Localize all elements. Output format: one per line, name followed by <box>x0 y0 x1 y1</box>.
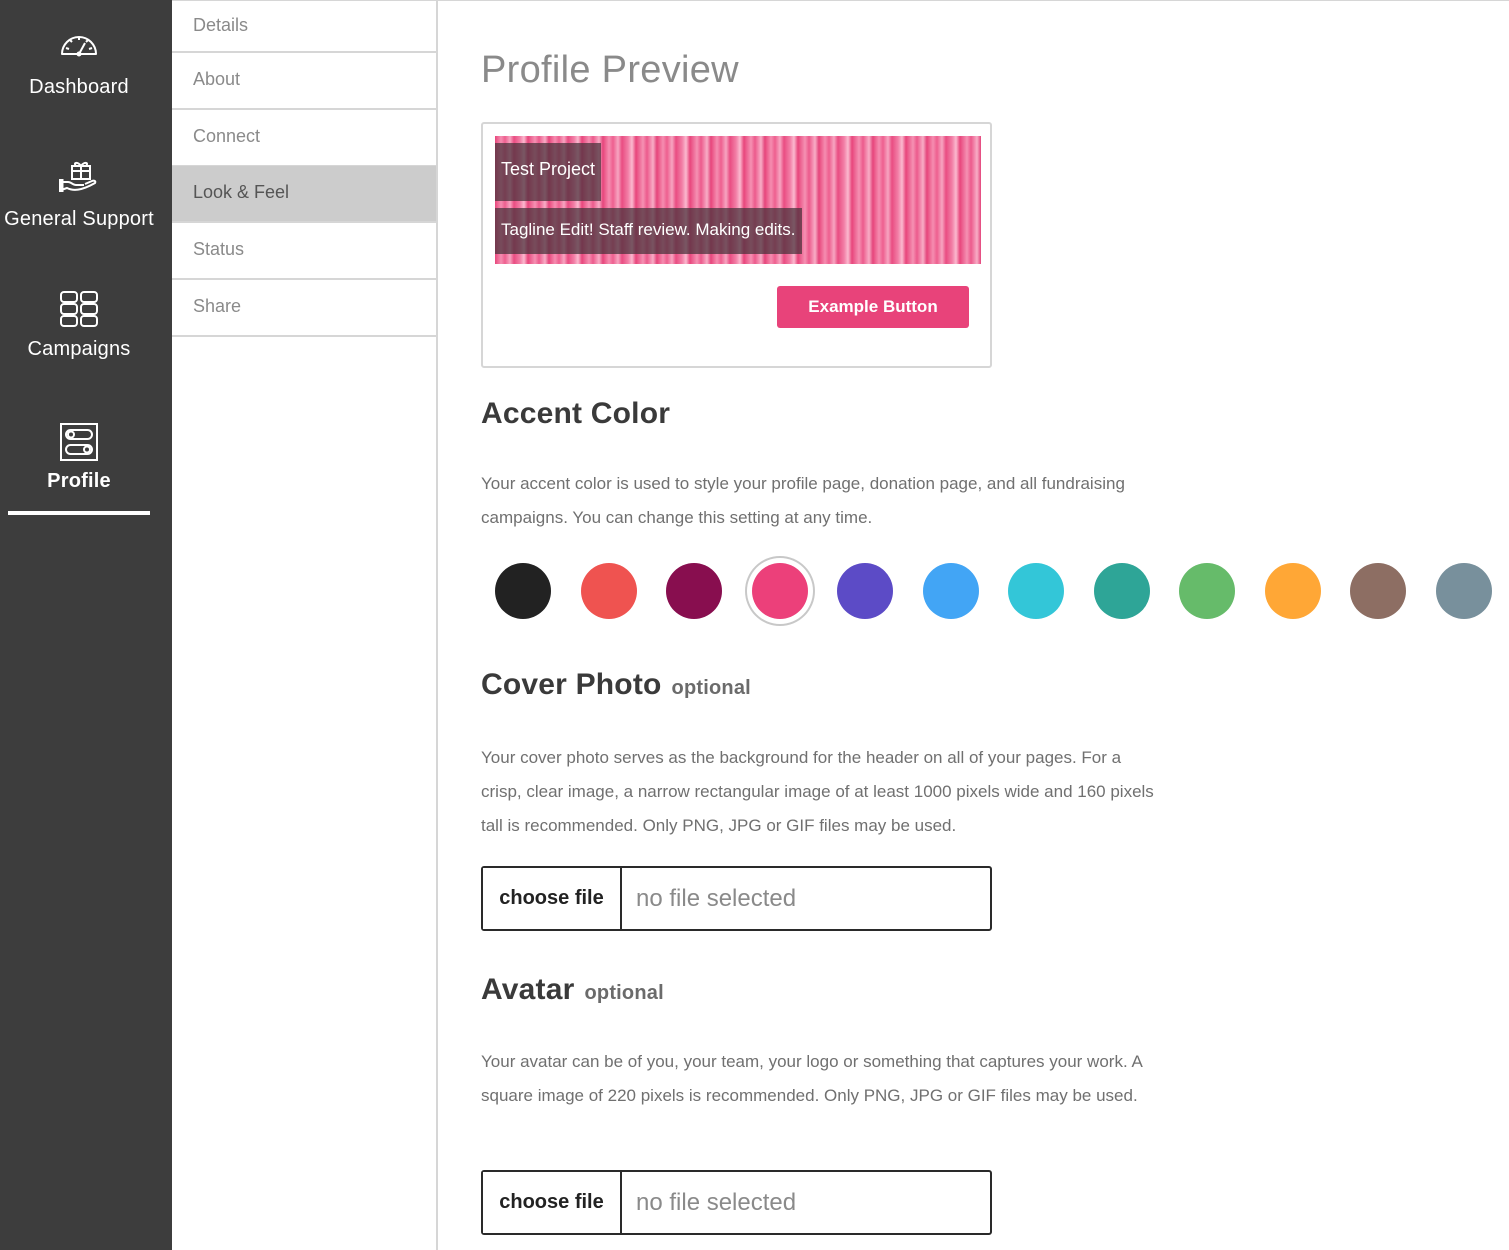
subnav-item-details[interactable]: Details <box>172 1 436 53</box>
cover-banner: Test Project Tagline Edit! Staff review.… <box>495 136 981 264</box>
accent-swatch[interactable] <box>1008 563 1064 619</box>
active-nav-indicator <box>8 511 150 515</box>
accent-swatch[interactable] <box>923 563 979 619</box>
accent-swatch[interactable] <box>581 563 637 619</box>
gift-hand-icon <box>0 160 158 196</box>
subnav-item-status[interactable]: Status <box>172 223 436 280</box>
cover-photo-title: Cover Photo <box>481 668 662 701</box>
subnav-item-about[interactable]: About <box>172 53 436 110</box>
nav-item-profile[interactable]: Profile <box>0 422 158 493</box>
example-button[interactable]: Example Button <box>777 286 969 328</box>
subnav-item-connect[interactable]: Connect <box>172 110 436 167</box>
project-tagline: Tagline Edit! Staff review. Making edits… <box>495 208 802 254</box>
accent-swatch[interactable] <box>495 563 551 619</box>
accent-swatch[interactable] <box>1094 563 1150 619</box>
accent-swatch[interactable] <box>837 563 893 619</box>
project-title: Test Project <box>495 143 602 201</box>
accent-swatch[interactable] <box>1350 563 1406 619</box>
speedometer-icon <box>0 28 158 64</box>
toggles-icon <box>0 422 158 461</box>
avatar-heading: Avatar optional <box>481 973 664 1007</box>
cover-file-status: no file selected <box>636 885 797 912</box>
page-title: Profile Preview <box>481 49 739 91</box>
avatar-choose-file-button[interactable]: choose file <box>483 1172 622 1233</box>
main-content: Profile Preview Test Project Tagline Edi… <box>438 0 1509 1250</box>
avatar-file-input[interactable]: choose file no file selected <box>481 1170 992 1235</box>
accent-swatch[interactable] <box>1179 563 1235 619</box>
subnav-item-share[interactable]: Share <box>172 280 436 337</box>
avatar-file-status: no file selected <box>636 1189 797 1216</box>
cover-photo-file-input[interactable]: choose file no file selected <box>481 866 992 931</box>
avatar-description: Your avatar can be of you, your team, yo… <box>481 1052 1142 1105</box>
nav-item-dashboard[interactable]: Dashboard <box>0 28 158 99</box>
grid-icon <box>0 290 158 327</box>
accent-swatch[interactable] <box>666 563 722 619</box>
nav-label: Profile <box>47 470 111 492</box>
nav-item-general-support[interactable]: General Support <box>0 160 158 231</box>
cover-photo-description: Your cover photo serves as the backgroun… <box>481 748 1154 835</box>
accent-color-description: Your accent color is used to style your … <box>481 474 1125 527</box>
avatar-title: Avatar <box>481 973 575 1006</box>
cover-photo-heading: Cover Photo optional <box>481 668 751 702</box>
sub-nav: Details About Connect Look & Feel Status… <box>172 0 438 1250</box>
nav-label: Campaigns <box>27 338 131 360</box>
accent-swatch[interactable] <box>1436 563 1492 619</box>
accent-color-title: Accent Color <box>481 397 671 430</box>
nav-item-campaigns[interactable]: Campaigns <box>0 290 158 361</box>
cover-choose-file-button[interactable]: choose file <box>483 868 622 929</box>
accent-swatch[interactable] <box>752 563 808 619</box>
accent-color-heading: Accent Color <box>481 397 670 431</box>
optional-label: optional <box>584 982 664 1004</box>
accent-swatch[interactable] <box>1265 563 1321 619</box>
optional-label: optional <box>671 677 751 699</box>
profile-preview-card: Test Project Tagline Edit! Staff review.… <box>481 122 992 368</box>
nav-label: Dashboard <box>29 76 129 98</box>
nav-label: General Support <box>4 208 154 230</box>
main-nav: Dashboard General Support Campaigns Prof… <box>0 0 172 1250</box>
subnav-item-look-and-feel[interactable]: Look & Feel <box>172 166 436 223</box>
